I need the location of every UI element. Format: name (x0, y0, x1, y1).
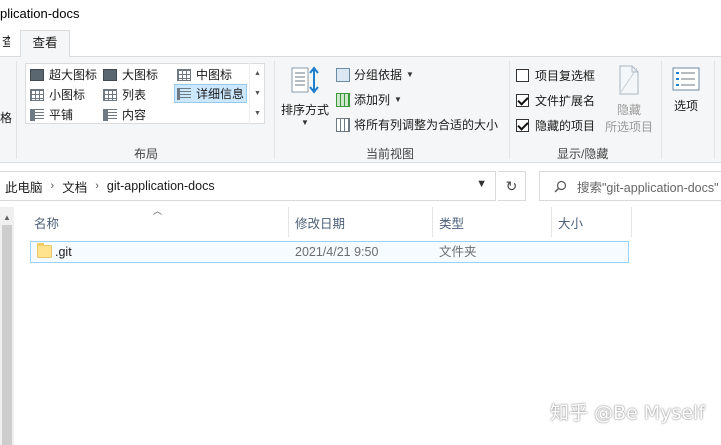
item-checkboxes-checkbox[interactable] (516, 69, 529, 82)
search-icon (554, 180, 567, 192)
search-box[interactable]: 搜索"git-application-docs" (539, 171, 721, 201)
item-checkboxes-toggle[interactable]: 项目复选框 (516, 67, 595, 84)
file-list-pane: ▲ ︿ 名称 修改日期 类型 大小 .git 2021/4/21 9:50 文件… (0, 206, 721, 445)
chevron-down-icon: ▼ (406, 70, 414, 79)
folder-icon (37, 243, 52, 258)
column-header-name[interactable]: 名称 (28, 207, 289, 237)
column-header-type[interactable]: 类型 (433, 207, 552, 237)
tab-previous[interactable]: 查 (0, 30, 10, 57)
file-name: .git (55, 245, 72, 259)
column-header-date-modified[interactable]: 修改日期 (289, 207, 433, 237)
add-column-button[interactable]: 添加列 ▼ (336, 91, 402, 108)
column-header-size[interactable]: 大小 (552, 207, 632, 237)
file-type: 文件夹 (439, 245, 477, 259)
layout-gallery: 超大图标 大图标 中图标 小图标 列表 详细信息 平铺 内容 (25, 63, 265, 124)
window-title: plication-docs (0, 6, 80, 21)
address-history-dropdown-icon[interactable]: ▼ (476, 178, 487, 190)
layout-extra-large-icons[interactable]: 超大图标 (30, 65, 97, 84)
address-bar[interactable]: 此电脑 › 文档 › git-application-docs ▼ (0, 171, 496, 201)
scrollbar-thumb[interactable] (2, 225, 12, 445)
chevron-right-icon[interactable]: › (51, 180, 55, 192)
layout-gallery-scroller[interactable]: ▲ ▼ ▼ (249, 63, 265, 124)
chevron-down-icon: ▼ (301, 118, 309, 127)
hidden-items-checkbox[interactable] (516, 119, 529, 132)
search-placeholder: 搜索"git-application-docs" (577, 180, 719, 195)
navigation-pane-scrollbar[interactable]: ▲ (0, 207, 14, 445)
layout-details[interactable]: 详细信息 (174, 84, 248, 103)
ribbon-separator (509, 61, 510, 159)
details-icon (177, 87, 191, 100)
show-hide-group-label: 显示/隐藏 (557, 147, 609, 161)
layout-small-icons[interactable]: 小图标 (30, 85, 85, 104)
hidden-items-toggle[interactable]: 隐藏的项目 (516, 117, 595, 134)
extra-large-icons-icon (30, 68, 44, 81)
layout-large-icons[interactable]: 大图标 (103, 65, 158, 84)
ribbon-separator (16, 61, 17, 159)
fit-columns-icon (336, 117, 350, 132)
layout-group-label: 布局 (134, 147, 159, 161)
group-by-icon (336, 67, 350, 82)
current-view-group-label: 当前视图 (366, 147, 415, 161)
content-icon (103, 108, 117, 121)
breadcrumb-this-pc[interactable]: 此电脑 (5, 177, 43, 196)
options-icon (672, 67, 700, 91)
scroll-up-icon[interactable]: ▲ (3, 213, 11, 222)
pane-group-label-cut: 格 (0, 111, 13, 125)
layout-content[interactable]: 内容 (103, 105, 146, 124)
list-icon (103, 88, 117, 101)
expand-gallery-icon[interactable]: ▼ (254, 110, 261, 117)
tiles-icon (30, 108, 44, 121)
chevron-down-icon: ▼ (394, 95, 402, 104)
tab-view[interactable]: 查看 (20, 30, 70, 58)
layout-tiles[interactable]: 平铺 (30, 105, 73, 124)
watermark: 知乎 @Be Myself (550, 402, 705, 424)
hide-document-icon (619, 65, 639, 95)
ribbon: 格 超大图标 大图标 中图标 小图标 列表 详细信息 平铺 内容 ▲ ▼ ▼ 布… (0, 57, 721, 163)
breadcrumb-current-folder[interactable]: git-application-docs (107, 179, 215, 193)
refresh-icon: ↻ (505, 177, 518, 194)
ribbon-separator (274, 61, 275, 159)
group-by-button[interactable]: 分组依据 ▼ (336, 66, 414, 83)
small-icons-icon (30, 88, 44, 101)
file-extensions-toggle[interactable]: 文件扩展名 (516, 92, 595, 109)
ribbon-tabs: 查 查看 (0, 30, 721, 58)
navigation-bar: 此电脑 › 文档 › git-application-docs ▼ ↻ 搜索"g… (0, 163, 721, 207)
chevron-right-icon[interactable]: › (95, 180, 99, 192)
scroll-down-icon[interactable]: ▼ (254, 90, 261, 97)
medium-icons-icon (177, 68, 191, 81)
table-row[interactable]: .git 2021/4/21 9:50 文件夹 (30, 241, 629, 263)
large-icons-icon (103, 68, 117, 81)
sort-icon (291, 66, 319, 94)
scroll-up-icon[interactable]: ▲ (254, 70, 261, 77)
hide-selected-button[interactable]: 隐藏 所选项目 (602, 65, 656, 135)
title-bar: plication-docs (0, 0, 721, 30)
sort-by-button[interactable]: 排序方式 ▼ (280, 65, 330, 127)
fit-columns-button[interactable]: 将所有列调整为合适的大小 (336, 116, 498, 133)
layout-medium-icons[interactable]: 中图标 (177, 65, 232, 84)
layout-list[interactable]: 列表 (103, 85, 146, 104)
file-extensions-checkbox[interactable] (516, 94, 529, 107)
add-column-icon (336, 92, 350, 107)
ribbon-separator (661, 61, 662, 159)
breadcrumb-documents[interactable]: 文档 (62, 177, 87, 196)
options-button[interactable]: 选项 (668, 67, 704, 114)
ribbon-separator (714, 61, 715, 159)
file-date-modified: 2021/4/21 9:50 (295, 245, 379, 259)
refresh-button[interactable]: ↻ (498, 171, 526, 201)
